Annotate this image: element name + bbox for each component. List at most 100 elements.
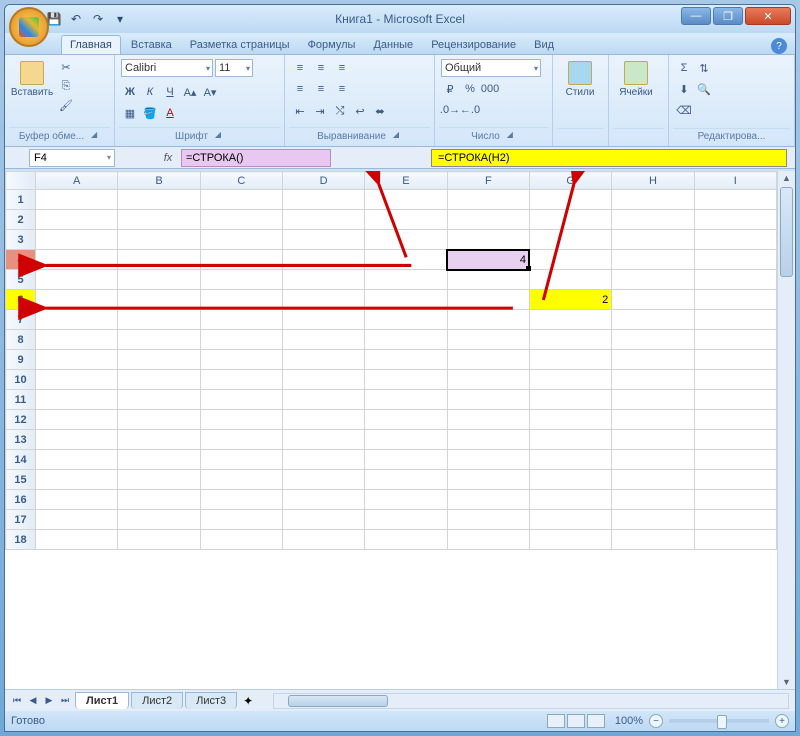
- cell-C18[interactable]: [200, 530, 282, 550]
- cell-D6[interactable]: [282, 290, 364, 310]
- cell-A16[interactable]: [36, 490, 118, 510]
- copy-icon[interactable]: ⎘: [57, 78, 75, 94]
- tab-review[interactable]: Рецензирование: [423, 36, 524, 54]
- increase-indent-icon[interactable]: ⇥: [311, 102, 329, 120]
- cell-G2[interactable]: [529, 210, 611, 230]
- scroll-up-icon[interactable]: ▲: [778, 171, 795, 185]
- cell-C9[interactable]: [200, 350, 282, 370]
- scroll-down-icon[interactable]: ▼: [778, 675, 795, 689]
- cell-G6[interactable]: 2: [529, 290, 611, 310]
- cell-E11[interactable]: [365, 390, 447, 410]
- cell-D16[interactable]: [282, 490, 364, 510]
- cell-F1[interactable]: [447, 190, 529, 210]
- fill-icon[interactable]: ⬇: [675, 80, 693, 98]
- cell-H5[interactable]: [612, 270, 694, 290]
- fx-icon[interactable]: fx: [155, 152, 181, 164]
- decrease-indent-icon[interactable]: ⇤: [291, 102, 309, 120]
- cell-C6[interactable]: [200, 290, 282, 310]
- cell-G12[interactable]: [529, 410, 611, 430]
- cell-G10[interactable]: [529, 370, 611, 390]
- bold-icon[interactable]: Ж: [121, 83, 139, 101]
- wrap-text-icon[interactable]: ↩: [351, 102, 369, 120]
- cell-D14[interactable]: [282, 450, 364, 470]
- cell-D10[interactable]: [282, 370, 364, 390]
- font-launcher-icon[interactable]: ◢: [212, 130, 224, 142]
- cell-E3[interactable]: [365, 230, 447, 250]
- autosum-icon[interactable]: Σ: [675, 59, 693, 77]
- cell-H16[interactable]: [612, 490, 694, 510]
- cell-I13[interactable]: [694, 430, 776, 450]
- vertical-scrollbar[interactable]: ▲ ▼: [777, 171, 795, 689]
- percent-icon[interactable]: %: [461, 80, 479, 98]
- cell-A11[interactable]: [36, 390, 118, 410]
- find-icon[interactable]: 🔍: [695, 80, 713, 98]
- qat-customize-icon[interactable]: ▾: [111, 10, 129, 28]
- row-header-7[interactable]: 7: [6, 310, 36, 330]
- cell-D7[interactable]: [282, 310, 364, 330]
- cell-H12[interactable]: [612, 410, 694, 430]
- cell-G9[interactable]: [529, 350, 611, 370]
- cell-D3[interactable]: [282, 230, 364, 250]
- cell-G17[interactable]: [529, 510, 611, 530]
- prev-sheet-icon[interactable]: ◀: [25, 693, 41, 709]
- cell-H15[interactable]: [612, 470, 694, 490]
- cell-B6[interactable]: [118, 290, 200, 310]
- cell-E8[interactable]: [365, 330, 447, 350]
- cell-F6[interactable]: [447, 290, 529, 310]
- select-all-button[interactable]: [6, 172, 36, 190]
- cell-F15[interactable]: [447, 470, 529, 490]
- cell-C2[interactable]: [200, 210, 282, 230]
- sheet-tab-3[interactable]: Лист3: [185, 692, 237, 709]
- cell-F7[interactable]: [447, 310, 529, 330]
- cell-F14[interactable]: [447, 450, 529, 470]
- cell-B13[interactable]: [118, 430, 200, 450]
- row-header-11[interactable]: 11: [6, 390, 36, 410]
- cell-H1[interactable]: [612, 190, 694, 210]
- cell-A6[interactable]: [36, 290, 118, 310]
- column-header-F[interactable]: F: [447, 172, 529, 190]
- underline-icon[interactable]: Ч: [161, 83, 179, 101]
- cell-F17[interactable]: [447, 510, 529, 530]
- cell-E14[interactable]: [365, 450, 447, 470]
- cell-A7[interactable]: [36, 310, 118, 330]
- grow-font-icon[interactable]: A▴: [181, 83, 199, 101]
- cell-H8[interactable]: [612, 330, 694, 350]
- cell-I2[interactable]: [694, 210, 776, 230]
- cell-E10[interactable]: [365, 370, 447, 390]
- row-header-8[interactable]: 8: [6, 330, 36, 350]
- cell-E7[interactable]: [365, 310, 447, 330]
- cell-G4[interactable]: [529, 250, 611, 270]
- hscroll-thumb[interactable]: [288, 695, 388, 707]
- cell-C14[interactable]: [200, 450, 282, 470]
- cell-B15[interactable]: [118, 470, 200, 490]
- cell-D11[interactable]: [282, 390, 364, 410]
- cell-D9[interactable]: [282, 350, 364, 370]
- cell-D8[interactable]: [282, 330, 364, 350]
- align-top-left-icon[interactable]: ≡: [291, 59, 309, 77]
- zoom-in-button[interactable]: +: [775, 714, 789, 728]
- column-header-I[interactable]: I: [694, 172, 776, 190]
- font-color-icon[interactable]: A: [161, 104, 179, 122]
- worksheet-grid[interactable]: ABCDEFGHI 12344562789101112131415161718: [5, 171, 777, 689]
- cell-I9[interactable]: [694, 350, 776, 370]
- cell-C15[interactable]: [200, 470, 282, 490]
- cell-I7[interactable]: [694, 310, 776, 330]
- qat-redo-icon[interactable]: ↷: [89, 10, 107, 28]
- scroll-thumb[interactable]: [780, 187, 793, 277]
- normal-view-icon[interactable]: [547, 714, 565, 728]
- cell-G13[interactable]: [529, 430, 611, 450]
- cell-H3[interactable]: [612, 230, 694, 250]
- cells-button[interactable]: Ячейки: [615, 59, 657, 100]
- cell-E2[interactable]: [365, 210, 447, 230]
- cell-A12[interactable]: [36, 410, 118, 430]
- cell-B9[interactable]: [118, 350, 200, 370]
- cell-G15[interactable]: [529, 470, 611, 490]
- cell-H6[interactable]: [612, 290, 694, 310]
- cell-A8[interactable]: [36, 330, 118, 350]
- cell-F3[interactable]: [447, 230, 529, 250]
- cell-C8[interactable]: [200, 330, 282, 350]
- italic-icon[interactable]: К: [141, 83, 159, 101]
- tab-data[interactable]: Данные: [365, 36, 421, 54]
- align-mid-right-icon[interactable]: ≡: [333, 80, 351, 98]
- cell-H10[interactable]: [612, 370, 694, 390]
